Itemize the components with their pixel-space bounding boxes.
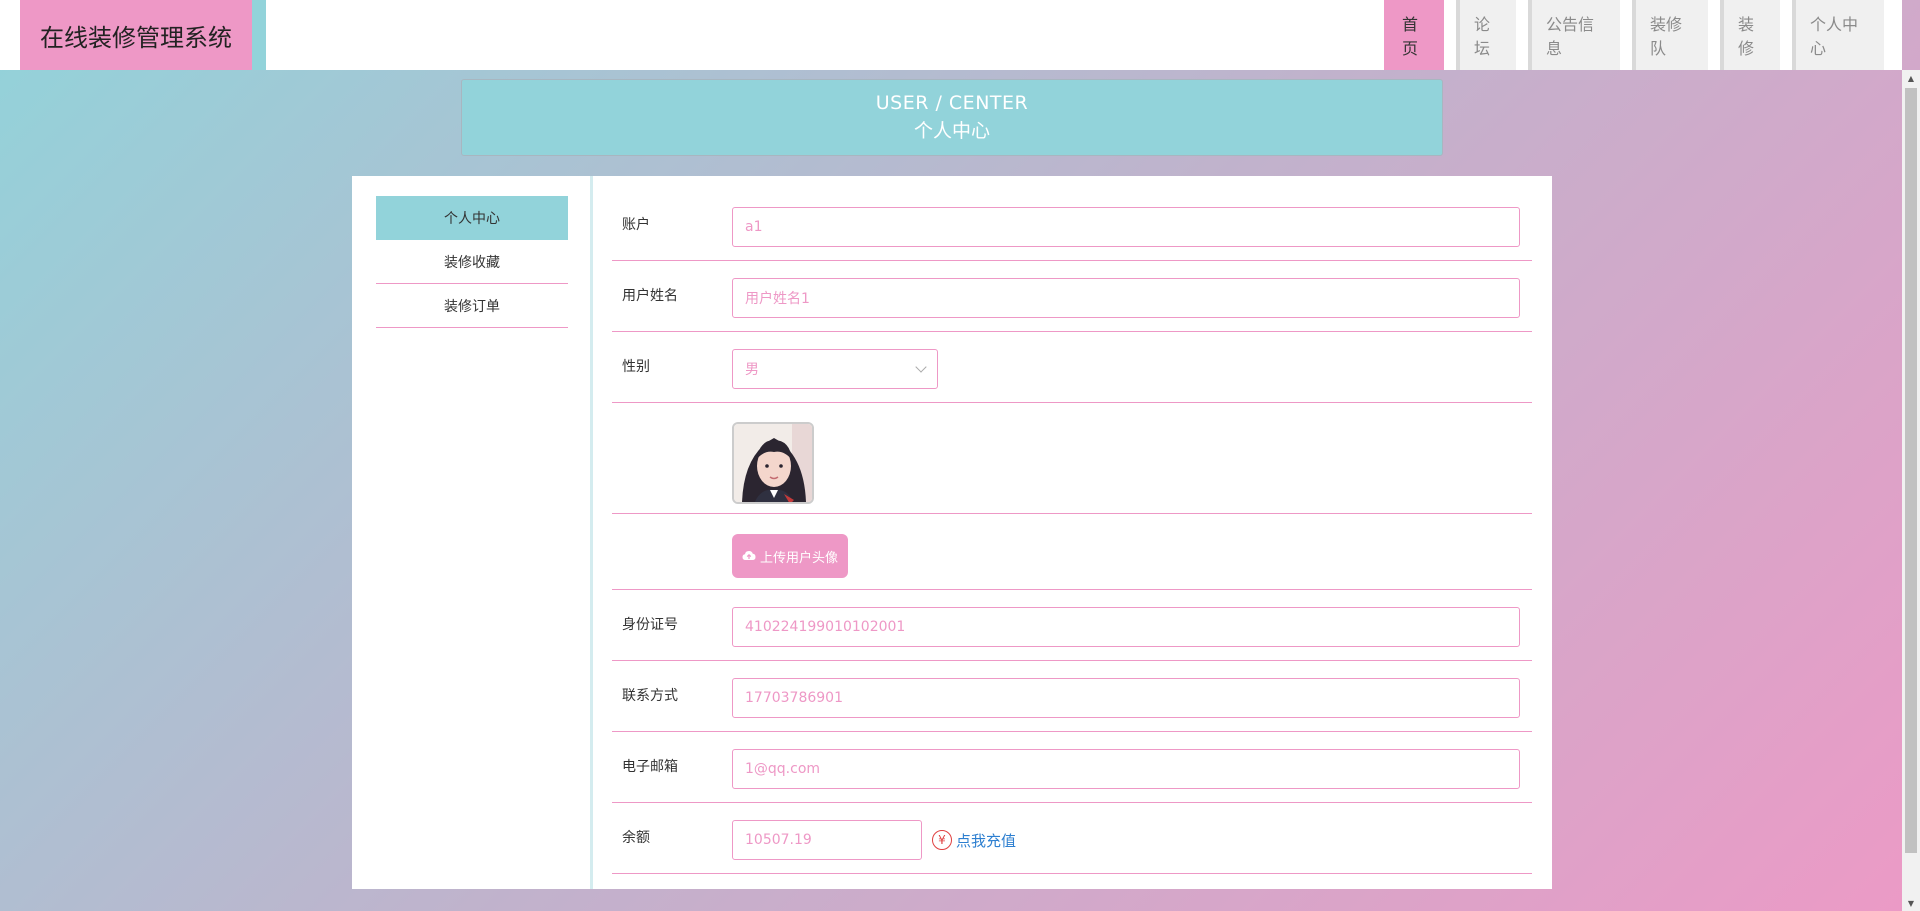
page-title-banner: USER / CENTER 个人中心 xyxy=(461,79,1443,156)
recharge-link[interactable]: 点我充值 xyxy=(956,830,1016,851)
top-navbar: 在线装修管理系统 首页 论坛 公告信息 装修队 装修 个人中心 xyxy=(0,0,1902,70)
account-input[interactable]: a1 xyxy=(732,207,1520,247)
upload-avatar-button[interactable]: 上传用户头像 xyxy=(732,534,849,578)
brand-accent-stripe xyxy=(252,0,266,70)
scroll-up-icon[interactable]: ▲ xyxy=(1902,70,1920,86)
sidebar-menu: 个人中心 装修收藏 装修订单 xyxy=(376,196,568,328)
nav-user-center[interactable]: 个人中心 xyxy=(1792,0,1884,70)
balance-row: 余额 10507.19 ¥ 点我充值 xyxy=(612,803,1532,874)
nav-home[interactable]: 首页 xyxy=(1384,0,1444,70)
avatar-row xyxy=(612,403,1532,514)
page-title-en: USER / CENTER xyxy=(875,92,1029,114)
phone-label: 联系方式 xyxy=(622,688,678,704)
phone-row: 联系方式 17703786901 xyxy=(612,661,1532,732)
upload-row-label xyxy=(612,514,732,538)
account-row: 账户 a1 xyxy=(612,190,1532,261)
sidebar-item-user-center[interactable]: 个人中心 xyxy=(376,196,568,240)
gender-select[interactable]: 男 xyxy=(732,349,938,389)
main-nav: 首页 论坛 公告信息 装修队 装修 个人中心 xyxy=(1372,0,1884,70)
page-scrollbar[interactable]: ▲ ▼ xyxy=(1902,70,1920,911)
name-row: 用户姓名 用户姓名1 xyxy=(612,261,1532,332)
gender-row: 性别 男 xyxy=(612,332,1532,403)
account-label: 账户 xyxy=(622,217,650,233)
email-row: 电子邮箱 1@qq.com xyxy=(612,732,1532,803)
nav-renovation[interactable]: 装修 xyxy=(1720,0,1780,70)
chevron-down-icon xyxy=(915,361,927,373)
avatar-image xyxy=(732,422,814,504)
id-card-input[interactable]: 410224199010102001 xyxy=(732,607,1520,647)
user-center-panel: 个人中心 装修收藏 装修订单 账户 a1 用户姓名 用户姓名1 性别 男 上传用… xyxy=(352,176,1552,889)
name-label: 用户姓名 xyxy=(622,288,678,304)
avatar-label xyxy=(612,403,732,427)
balance-input[interactable]: 10507.19 xyxy=(732,820,922,860)
nav-announcements[interactable]: 公告信息 xyxy=(1528,0,1620,70)
balance-label: 余额 xyxy=(622,830,650,846)
nav-forum[interactable]: 论坛 xyxy=(1456,0,1516,70)
scroll-down-icon[interactable]: ▼ xyxy=(1902,895,1920,911)
phone-input[interactable]: 17703786901 xyxy=(732,678,1520,718)
sidebar-item-orders[interactable]: 装修订单 xyxy=(376,284,568,328)
scrollbar-thumb[interactable] xyxy=(1905,88,1917,853)
nav-renovation-teams[interactable]: 装修队 xyxy=(1632,0,1708,70)
upload-avatar-label: 上传用户头像 xyxy=(760,550,839,566)
panel-divider xyxy=(590,176,593,889)
sidebar-item-favorites[interactable]: 装修收藏 xyxy=(376,240,568,284)
id-card-label: 身份证号 xyxy=(622,617,678,633)
profile-form: 账户 a1 用户姓名 用户姓名1 性别 男 上传用户头像 身份证号 410224… xyxy=(612,190,1532,874)
name-input[interactable]: 用户姓名1 xyxy=(732,278,1520,318)
page-title-cn: 个人中心 xyxy=(913,120,990,142)
gender-label: 性别 xyxy=(622,359,650,375)
id-card-row: 身份证号 410224199010102001 xyxy=(612,590,1532,661)
email-label: 电子邮箱 xyxy=(622,759,678,775)
site-title: 在线装修管理系统 xyxy=(20,0,252,70)
upload-row: 上传用户头像 xyxy=(612,514,1532,590)
yen-icon: ¥ xyxy=(932,830,952,850)
gender-value: 男 xyxy=(745,362,759,378)
cloud-upload-icon xyxy=(742,551,756,560)
email-input[interactable]: 1@qq.com xyxy=(732,749,1520,789)
